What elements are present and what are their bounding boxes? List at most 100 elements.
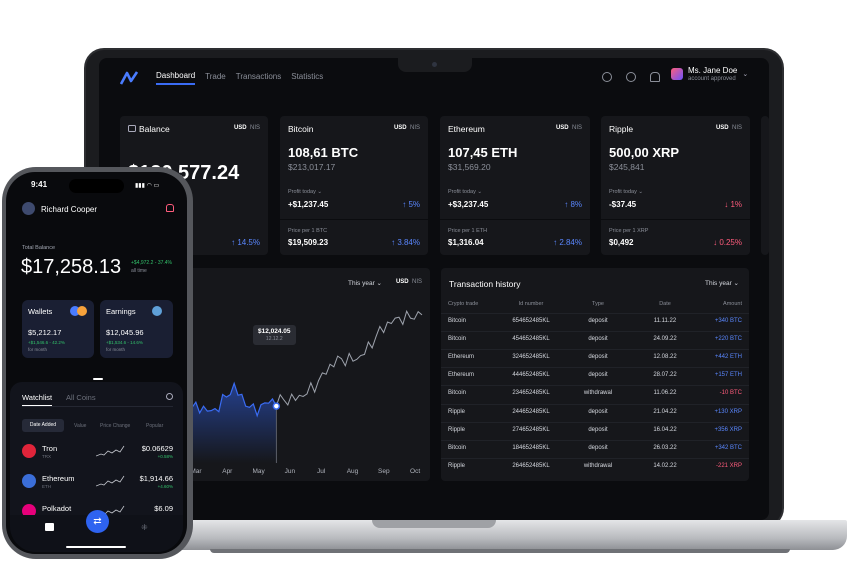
cur-nis[interactable]: NIS	[250, 125, 260, 131]
cur-usd[interactable]: USD	[394, 125, 407, 131]
earnings-period: for month	[106, 347, 126, 352]
price-label: Price per 1 XRP	[609, 228, 649, 234]
x-tick-label: Apr	[222, 468, 233, 475]
filter-price-change[interactable]: Price Change	[100, 423, 130, 429]
tx-date: 24.09.22	[653, 336, 677, 343]
coin-usd-value: $31,569.20	[448, 162, 491, 172]
coin-title: Bitcoin	[288, 124, 314, 134]
wallets-tile[interactable]: Wallets $5,212.17 +$1,546.6 - 42.2% for …	[22, 300, 94, 358]
coin-price: $6.09	[154, 504, 173, 513]
chart-tooltip: $12,024.05 12.12.2	[253, 325, 296, 345]
x-tick-label: Jun	[285, 468, 296, 475]
price-change-value: 2.84%	[559, 238, 582, 247]
cur-usd[interactable]: USD	[234, 125, 247, 131]
profit-label[interactable]: Profit today ⌄	[448, 189, 482, 195]
price-change: ↑ 3.84%	[391, 238, 420, 247]
coin-card-ripple[interactable]: Ripple USD NIS 500,00 XRP $245,841 Profi…	[601, 116, 750, 255]
cur-nis[interactable]: NIS	[732, 125, 742, 131]
currency-toggle[interactable]: USD NIS	[716, 125, 742, 131]
profit-label[interactable]: Profit today ⌄	[288, 189, 322, 195]
search-icon[interactable]	[166, 393, 173, 400]
wallet-coin-icon-2	[77, 306, 87, 316]
drag-handle[interactable]	[93, 378, 103, 380]
nav-transactions[interactable]: Transactions	[236, 72, 282, 84]
tab-watchlist[interactable]: Watchlist	[22, 393, 53, 406]
cur-nis[interactable]: NIS	[572, 125, 582, 131]
phone-time: 9:41	[31, 180, 48, 189]
tx-id: 184652485KL	[512, 444, 550, 451]
wallets-period: for month	[28, 347, 48, 352]
tx-type: deposit	[588, 336, 608, 343]
total-balance-amount: $17,258.13	[21, 256, 122, 278]
profit-value: +$3,237.45	[448, 200, 489, 209]
x-tick-label: Oct	[410, 468, 420, 475]
tx-coin: Ripple	[448, 426, 466, 433]
filter-popular[interactable]: Popular	[146, 423, 163, 429]
row-divider	[441, 439, 749, 441]
tx-amount: +130 XRP	[714, 408, 742, 415]
nav-dashboard[interactable]: Dashboard	[156, 71, 196, 85]
notification-bell-icon[interactable]	[166, 204, 174, 212]
avatar	[671, 68, 683, 80]
tx-header: Type	[592, 301, 604, 307]
coin-logo-icon	[22, 474, 36, 488]
chart-area-fill	[192, 383, 277, 463]
swap-icon[interactable]: ⇄	[86, 510, 109, 533]
grid-icon[interactable]: ⁜	[141, 523, 148, 532]
coin-change: +4.60%	[157, 484, 173, 489]
search-icon[interactable]	[602, 72, 612, 82]
tx-title: Transaction history	[449, 279, 521, 289]
filter-date-added[interactable]: Date Added	[22, 419, 64, 432]
user-menu[interactable]: Ms. Jane Doe account approved ⌄	[671, 66, 748, 82]
x-tick-label: Sep	[378, 468, 390, 475]
currency-toggle[interactable]: USD NIS	[234, 125, 260, 131]
chart-point-selected[interactable]	[272, 402, 281, 410]
coin-card-bitcoin[interactable]: Bitcoin USD NIS 108,61 BTC $213,017.17 P…	[280, 116, 428, 255]
tx-period[interactable]: This year	[705, 280, 732, 287]
currency-toggle[interactable]: USD NIS	[394, 125, 420, 131]
coin-card-ethereum[interactable]: Ethereum USD NIS 107,45 ETH $31,569.20 P…	[440, 116, 590, 255]
profit-change-value: 8%	[570, 200, 582, 209]
brand-logo-icon[interactable]	[119, 71, 139, 85]
tab-all-coins[interactable]: All Coins	[66, 393, 96, 402]
tx-coin: Ethereum	[448, 354, 475, 361]
nav-statistics[interactable]: Statistics	[291, 72, 323, 84]
help-icon[interactable]	[626, 72, 636, 82]
tx-coin: Bitcoin	[448, 390, 467, 397]
home-indicator	[66, 546, 126, 548]
x-tick-label: May	[252, 468, 265, 475]
chevron-down-icon[interactable]: ⌄	[742, 70, 748, 78]
price-value: $19,509.23	[288, 238, 329, 247]
home-icon[interactable]	[45, 523, 54, 531]
sparkline	[96, 475, 125, 487]
tx-amount: -221 XRP	[715, 462, 742, 469]
earnings-tile[interactable]: Earnings $12,045.96 +$1,534.6 - 14.6% fo…	[100, 300, 173, 358]
wallets-change: +$1,546.6 - 42.2%	[28, 340, 65, 345]
profit-change: ↑ 8%	[564, 200, 582, 209]
total-balance-period: all time	[131, 268, 147, 274]
x-tick-label: Jul	[317, 468, 326, 475]
bell-icon[interactable]	[650, 72, 660, 82]
tx-type: deposit	[588, 408, 608, 415]
tx-id: 274652485KL	[512, 426, 550, 433]
profit-change-value: 5%	[408, 200, 420, 209]
tx-amount: +340 BTC	[714, 318, 742, 324]
profit-label-text: Profit today	[288, 189, 316, 195]
row-divider	[441, 421, 749, 423]
tooltip-date: 12.12.2	[265, 336, 283, 342]
tx-period-select[interactable]: This year ⌄	[705, 279, 739, 287]
phone-avatar[interactable]	[22, 202, 35, 215]
tx-date: 28.07.22	[653, 372, 677, 379]
row-divider	[441, 403, 749, 405]
profit-label[interactable]: Profit today ⌄	[609, 189, 643, 195]
nav-trade[interactable]: Trade	[205, 72, 226, 84]
cur-usd[interactable]: USD	[716, 125, 729, 131]
currency-toggle[interactable]: USD NIS	[556, 125, 582, 131]
cur-nis[interactable]: NIS	[410, 125, 420, 131]
total-balance-label: Total Balance	[22, 245, 56, 251]
cur-usd[interactable]: USD	[556, 125, 569, 131]
price-value: $1,316.04	[448, 238, 484, 247]
price-label: Price per 1 ETH	[448, 228, 488, 234]
row-divider	[441, 457, 749, 459]
filter-value[interactable]: Value	[74, 423, 86, 429]
